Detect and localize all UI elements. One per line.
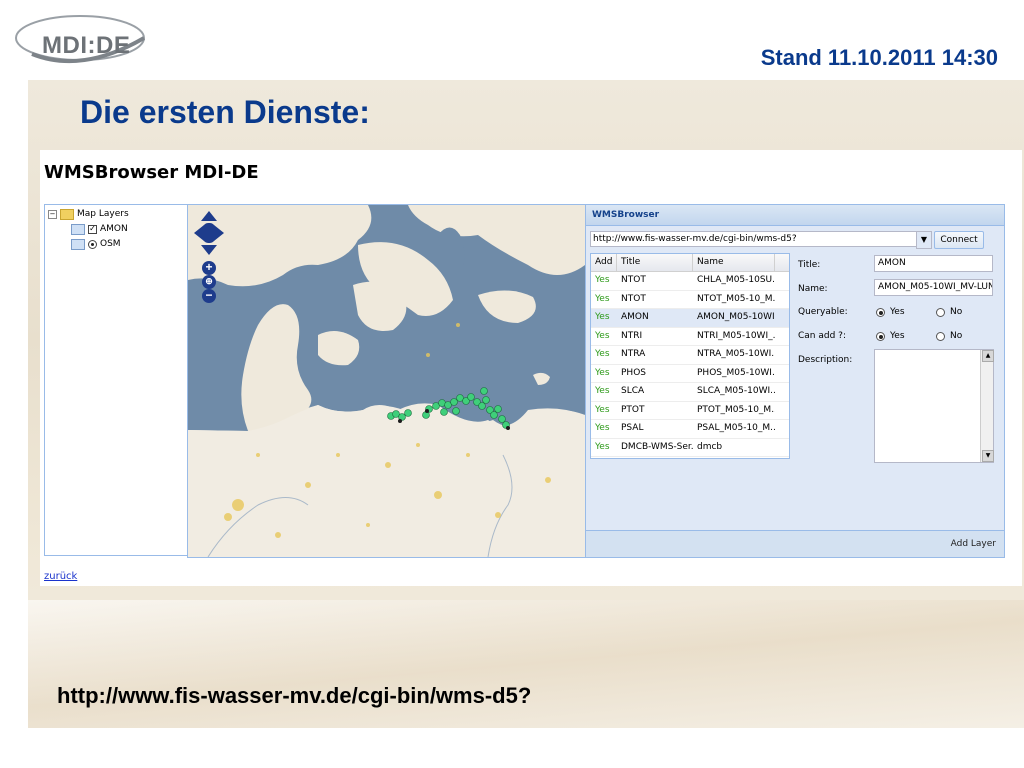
tree-item-label: AMON xyxy=(100,224,128,234)
logo-text: MDI:DE xyxy=(42,32,131,59)
table-cell-title: SLCA xyxy=(621,386,645,396)
tree-item-amon[interactable]: ✓ AMON xyxy=(71,222,128,236)
can-add-no-radio[interactable] xyxy=(936,332,945,341)
zoom-world-icon[interactable]: ⊕ xyxy=(202,275,216,289)
table-cell-title: NTRA xyxy=(621,349,646,359)
app-title: WMSBrowser MDI-DE xyxy=(44,162,259,183)
map-view[interactable]: + ⊕ − xyxy=(187,204,586,558)
table-cell-add: Yes xyxy=(595,404,610,415)
table-cell-title: NTOT xyxy=(621,293,646,304)
can-add-yes-label: Yes xyxy=(890,331,905,341)
url-input[interactable]: http://www.fis-wasser-mv.de/cgi-bin/wms-… xyxy=(590,231,924,247)
table-row[interactable]: Yes NTOT CHLA_M05-10SU... xyxy=(591,272,789,291)
table-cell-name: NTOT_M05-10_M... xyxy=(697,293,775,304)
panel-header: WMSBrowser xyxy=(586,205,1004,226)
connect-button[interactable]: Connect xyxy=(934,231,984,249)
zoom-out-button[interactable]: − xyxy=(202,289,216,303)
table-row[interactable]: Yes NTRI NTRI_M05-10WI_... xyxy=(591,328,789,346)
title-field[interactable]: AMON xyxy=(874,255,993,272)
table-row[interactable]: Yes NTOT NTOT_M05-10_M... xyxy=(591,291,789,309)
scroll-up-icon[interactable]: ▲ xyxy=(982,350,994,362)
can-add-no-label: No xyxy=(950,331,963,341)
app-screenshot: WMSBrowser MDI-DE − Map Layers ✓ AMON OS… xyxy=(40,150,1022,586)
layer-radio[interactable] xyxy=(88,239,97,249)
queryable-label: Queryable: xyxy=(798,307,848,317)
layer-icon xyxy=(71,223,85,235)
table-cell-add: Yes xyxy=(595,293,610,304)
add-layer-button[interactable]: Add Layer xyxy=(951,539,996,549)
table-cell-title: NTOT xyxy=(621,275,646,285)
column-header-add[interactable]: Add xyxy=(591,254,617,271)
back-link[interactable]: zurück xyxy=(44,571,77,582)
layer-grid[interactable]: Add Title Name Yes NTOT CHLA_M05-10SU... Ye… xyxy=(590,253,790,459)
layer-detail-form: Title: AMON Name: AMON_M05-10WI_MV-LUN Q… xyxy=(798,251,998,463)
table-cell-name: CHLA_M05-10SU... xyxy=(697,275,775,285)
name-field[interactable]: AMON_M05-10WI_MV-LUN xyxy=(874,279,993,296)
table-cell-name: dmcb xyxy=(697,441,723,452)
queryable-yes-label: Yes xyxy=(890,307,905,317)
scroll-down-icon[interactable]: ▼ xyxy=(982,450,994,462)
table-cell-title: PSAL xyxy=(621,423,644,433)
panel-footer: Add Layer xyxy=(586,530,1004,557)
grid-header: Add Title Name xyxy=(591,254,789,272)
queryable-no-label: No xyxy=(950,307,963,317)
layer-checkbox[interactable]: ✓ xyxy=(88,224,97,234)
table-cell-name: PSAL_M05-10_M... xyxy=(697,423,775,433)
column-header-title[interactable]: Title xyxy=(617,254,693,271)
wms-browser-panel: WMSBrowser http://www.fis-wasser-mv.de/c… xyxy=(585,204,1005,558)
table-cell-name: SLCA_M05-10WI... xyxy=(697,386,775,396)
table-cell-add: Yes xyxy=(595,349,610,359)
service-url: http://www.fis-wasser-mv.de/cgi-bin/wms-… xyxy=(57,683,532,708)
table-cell-title: PHOS xyxy=(621,367,646,378)
can-add-yes-radio[interactable] xyxy=(876,332,885,341)
table-row[interactable]: Yes DMCB-WMS-Ser... dmcb xyxy=(591,439,789,457)
table-cell-title: NTRI xyxy=(621,330,643,341)
column-header-name[interactable]: Name xyxy=(693,254,775,271)
tree-root-label: Map Layers xyxy=(77,209,129,219)
can-add-label: Can add ?: xyxy=(798,331,846,341)
pan-control[interactable] xyxy=(194,211,224,255)
table-cell-name: PTOT_M05-10_M... xyxy=(697,404,775,415)
collapse-icon[interactable]: − xyxy=(48,209,57,219)
tree-root[interactable]: − Map Layers xyxy=(48,207,129,221)
table-cell-add: Yes xyxy=(595,312,610,322)
table-cell-add: Yes xyxy=(595,423,610,433)
table-row[interactable]: Yes PTOT PTOT_M05-10_M... xyxy=(591,402,789,420)
table-cell-add: Yes xyxy=(595,330,610,341)
table-cell-add: Yes xyxy=(595,367,610,378)
title-label: Title: xyxy=(798,260,821,270)
table-cell-title: DMCB-WMS-Ser... xyxy=(621,441,693,452)
layer-icon xyxy=(71,238,85,250)
table-cell-name: NTRI_M05-10WI_... xyxy=(697,330,775,341)
map-canvas xyxy=(188,205,585,557)
table-row[interactable]: Yes PHOS PHOS_M05-10WI... xyxy=(591,365,789,383)
layer-tree[interactable]: − Map Layers ✓ AMON OSM xyxy=(44,204,188,556)
description-label: Description: xyxy=(798,355,853,365)
table-row[interactable]: Yes AMON AMON_M05-10WI... xyxy=(591,309,789,328)
queryable-yes-radio[interactable] xyxy=(876,308,885,317)
table-row[interactable]: Yes PSAL PSAL_M05-10_M... xyxy=(591,420,789,439)
mdi-de-logo: MDI:DE xyxy=(12,8,152,70)
table-cell-add: Yes xyxy=(595,441,610,452)
table-cell-name: NTRA_M05-10WI... xyxy=(697,349,775,359)
tree-item-label: OSM xyxy=(100,239,121,249)
name-label: Name: xyxy=(798,284,828,294)
table-cell-add: Yes xyxy=(595,275,610,285)
folder-icon xyxy=(60,208,74,220)
chevron-down-icon[interactable]: ▼ xyxy=(916,231,932,249)
page-title: Die ersten Dienste: xyxy=(80,94,370,130)
tree-item-osm[interactable]: OSM xyxy=(71,237,121,251)
queryable-no-radio[interactable] xyxy=(936,308,945,317)
table-cell-name: PHOS_M05-10WI... xyxy=(697,367,775,378)
table-cell-add: Yes xyxy=(595,386,610,396)
description-textarea[interactable]: ▲ ▼ xyxy=(874,349,994,463)
table-row[interactable]: Yes NTRA NTRA_M05-10WI... xyxy=(591,346,789,365)
zoom-in-button[interactable]: + xyxy=(202,261,216,275)
table-cell-title: PTOT xyxy=(621,404,645,415)
table-cell-title: AMON xyxy=(621,312,649,322)
timestamp: Stand 11.10.2011 14:30 xyxy=(760,45,998,70)
table-cell-name: AMON_M05-10WI... xyxy=(697,312,775,322)
table-row[interactable]: Yes SLCA SLCA_M05-10WI... xyxy=(591,383,789,402)
scrollbar[interactable]: ▲ ▼ xyxy=(980,350,994,462)
